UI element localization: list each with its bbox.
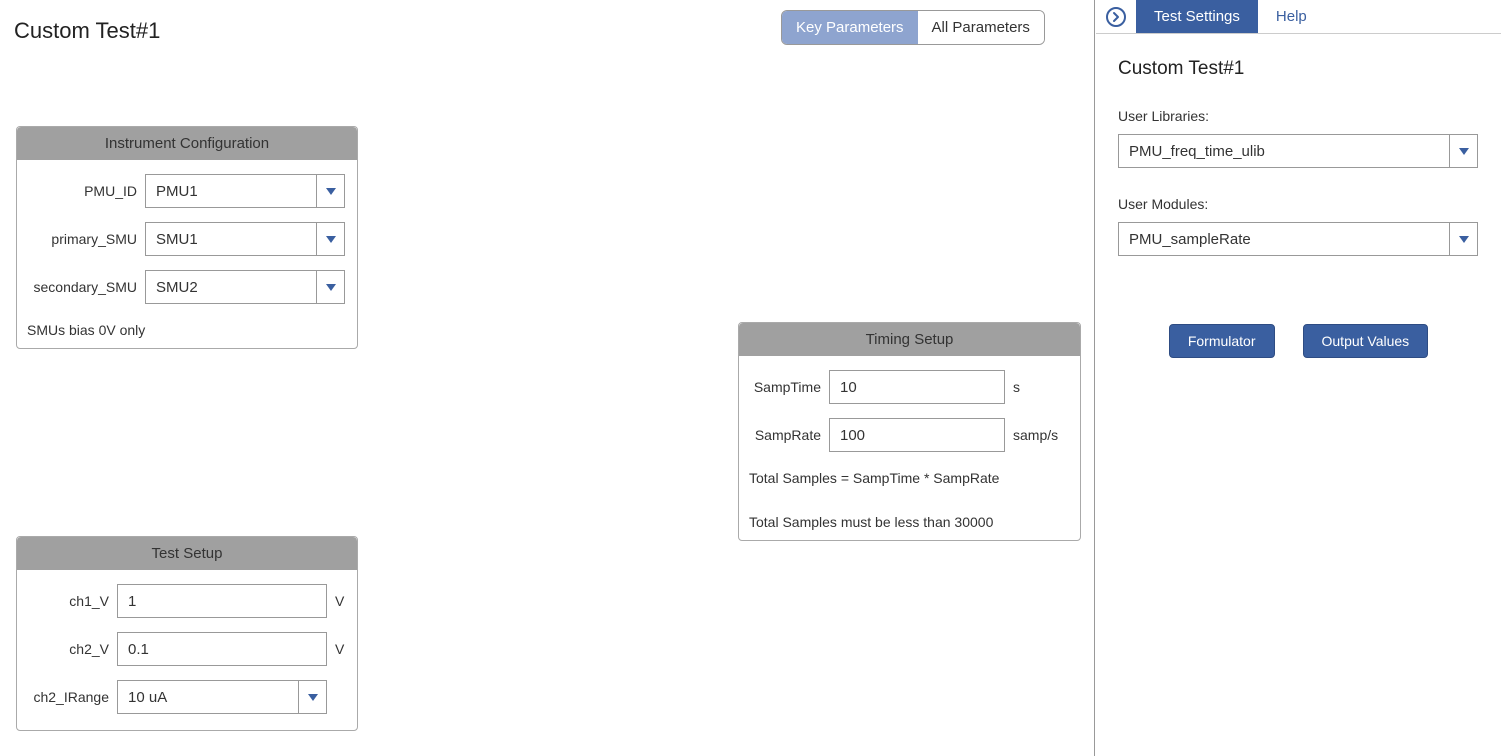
- select-ch2-irange[interactable]: 10 uA: [117, 680, 327, 714]
- chevron-down-icon[interactable]: [316, 271, 344, 303]
- select-user-modules[interactable]: PMU_sampleRate: [1118, 222, 1478, 256]
- tab-help[interactable]: Help: [1258, 0, 1325, 33]
- label-ch2-irange: ch2_IRange: [25, 689, 117, 705]
- select-value: PMU1: [146, 175, 316, 207]
- main-area: Custom Test#1 Key Parameters All Paramet…: [0, 0, 1095, 756]
- panel-timing-setup: Timing Setup SampTime s SampRate samp/s …: [738, 322, 1081, 541]
- expand-icon[interactable]: [1096, 0, 1136, 33]
- panel-test-setup: Test Setup ch1_V V ch2_V V ch2_IRange 10…: [16, 536, 358, 731]
- input-ch2-v[interactable]: [117, 632, 327, 666]
- select-secondary-smu[interactable]: SMU2: [145, 270, 345, 304]
- note-total-samples-formula: Total Samples = SampTime * SampRate: [747, 466, 1072, 486]
- label-primary-smu: primary_SMU: [25, 231, 145, 247]
- chevron-down-icon[interactable]: [298, 681, 326, 713]
- chevron-down-icon[interactable]: [1449, 135, 1477, 167]
- chevron-down-icon[interactable]: [316, 223, 344, 255]
- unit-samp-rate: samp/s: [1005, 427, 1058, 443]
- sidebar-tabs: Test Settings Help: [1136, 0, 1325, 33]
- panel-instrument-config: Instrument Configuration PMU_ID PMU1 pri…: [16, 126, 358, 349]
- sidebar: Test Settings Help Custom Test#1 User Li…: [1096, 0, 1501, 756]
- select-user-libraries[interactable]: PMU_freq_time_ulib: [1118, 134, 1478, 168]
- unit-ch1-v: V: [327, 593, 344, 609]
- tab-test-settings[interactable]: Test Settings: [1136, 0, 1258, 33]
- panel-header: Instrument Configuration: [17, 127, 357, 160]
- select-value: PMU_freq_time_ulib: [1119, 135, 1449, 167]
- note-total-samples-limit: Total Samples must be less than 30000: [747, 510, 1072, 530]
- param-toggle: Key Parameters All Parameters: [781, 10, 1045, 45]
- formulator-button[interactable]: Formulator: [1169, 324, 1275, 358]
- label-samp-time: SampTime: [747, 379, 829, 395]
- unit-samp-time: s: [1005, 379, 1020, 395]
- select-value: 10 uA: [118, 681, 298, 713]
- chevron-down-icon[interactable]: [1449, 223, 1477, 255]
- select-pmu-id[interactable]: PMU1: [145, 174, 345, 208]
- input-samp-rate[interactable]: [829, 418, 1005, 452]
- label-user-libraries: User Libraries:: [1118, 108, 1479, 124]
- panel-header: Timing Setup: [739, 323, 1080, 356]
- input-samp-time[interactable]: [829, 370, 1005, 404]
- input-ch1-v[interactable]: [117, 584, 327, 618]
- label-ch1-v: ch1_V: [25, 593, 117, 609]
- sidebar-title: Custom Test#1: [1118, 58, 1479, 80]
- label-samp-rate: SampRate: [747, 427, 829, 443]
- select-value: SMU1: [146, 223, 316, 255]
- label-user-modules: User Modules:: [1118, 196, 1479, 212]
- select-value: SMU2: [146, 271, 316, 303]
- select-value: PMU_sampleRate: [1119, 223, 1449, 255]
- select-primary-smu[interactable]: SMU1: [145, 222, 345, 256]
- chevron-down-icon[interactable]: [316, 175, 344, 207]
- tab-all-parameters[interactable]: All Parameters: [918, 11, 1044, 44]
- unit-ch2-v: V: [327, 641, 344, 657]
- label-secondary-smu: secondary_SMU: [25, 279, 145, 295]
- panel-header: Test Setup: [17, 537, 357, 570]
- label-pmu-id: PMU_ID: [25, 183, 145, 199]
- page-title: Custom Test#1: [14, 18, 160, 44]
- tab-key-parameters[interactable]: Key Parameters: [782, 11, 918, 44]
- sidebar-top: Test Settings Help: [1096, 0, 1501, 34]
- output-values-button[interactable]: Output Values: [1303, 324, 1429, 358]
- label-ch2-v: ch2_V: [25, 641, 117, 657]
- note-smus-bias: SMUs bias 0V only: [25, 318, 349, 338]
